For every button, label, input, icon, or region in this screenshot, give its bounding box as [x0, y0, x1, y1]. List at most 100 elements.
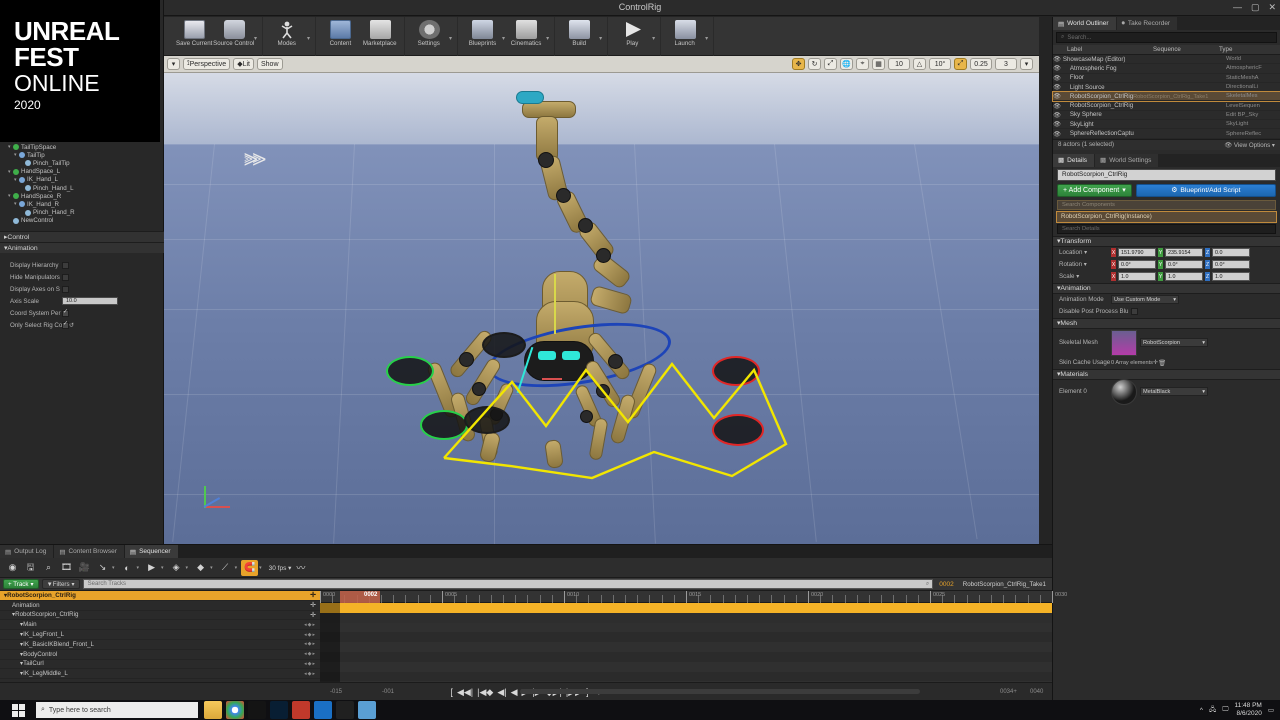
keyframe-icon[interactable]: ◈ — [168, 560, 185, 576]
level-viewport[interactable]: ⫸⫸ ▾ ⟟ Perspective ◆ Lit Show ✥ ↻ ⤢ 🌐 ⌖ ▦ 10 △ 10° ⤢ 0.2… — [164, 56, 1039, 544]
details-group-transform[interactable]: ▾ Transform — [1053, 235, 1280, 247]
sequencer-track-row[interactable]: ▾ BodyControl ◂◆▸ — [0, 650, 320, 660]
tab-sequencer[interactable]: ▤ Sequencer — [124, 545, 178, 558]
sequencer-timeline[interactable]: 0000 0005 0010 0015 0020 0025 0030 0002 — [320, 591, 1067, 692]
timeline-ruler[interactable]: 0000 0005 0010 0015 0020 0025 0030 0002 — [320, 591, 1067, 603]
rig-section-animation[interactable]: ▾ Animation — [0, 242, 164, 253]
outliner-row[interactable]: 👁 Atmospheric Fog AtmosphericF — [1053, 64, 1280, 74]
world-coord-icon[interactable]: 🌐 — [840, 58, 853, 70]
blueprint-add-script-button[interactable]: ⚙ Blueprint/Add Script — [1135, 183, 1276, 197]
timeline-track-band[interactable] — [320, 671, 1052, 682]
outliner-row[interactable]: 👁 ShowcaseMap (Editor) World — [1053, 55, 1280, 65]
outliner-row[interactable]: 👁 SphereReflectionCaptu SphereReflec — [1053, 129, 1280, 139]
key-nav-icons[interactable]: ◂◆▸ — [304, 661, 316, 667]
terminal-icon[interactable] — [248, 701, 266, 719]
surface-snap-icon[interactable]: ⌖ — [856, 58, 869, 70]
rig-tree-item-newcontrol[interactable]: NewControl — [0, 217, 164, 225]
toolbar-button-marketplace[interactable]: Marketplace — [360, 17, 400, 55]
rig-tree-item-handspace_l[interactable]: ▾ HandSpace_L — [0, 168, 164, 176]
key-nav-icons[interactable]: ◂◆▸ — [304, 622, 316, 628]
rig-tree-item-ik_hand_r[interactable]: ▾ IK_Hand_R — [0, 200, 164, 208]
scale-icon[interactable]: ⤢ — [824, 58, 837, 70]
scale-value-icon[interactable]: 0.25 — [970, 58, 992, 70]
toolbar-button-settings[interactable]: Settings — [409, 17, 449, 55]
chevron-down-icon[interactable]: ▾ — [210, 565, 213, 571]
scale-snap-icon[interactable]: ⤢ — [954, 58, 967, 70]
chevron-down-icon[interactable]: ▾ — [705, 35, 708, 42]
transform-rotation-x[interactable]: 0.0° — [1118, 260, 1156, 270]
sequencer-track-row[interactable]: ▾ IK_LegMiddle_L ◂◆▸ — [0, 669, 320, 680]
timeline-track-band[interactable] — [320, 622, 1052, 633]
transport-range_out[interactable]: 0034+ — [1000, 689, 1017, 695]
start-button-icon[interactable] — [0, 700, 36, 720]
rig-tree-item-tailtipspace[interactable]: ▾ TailTipSpace — [0, 143, 164, 151]
rig-tree-item-tailtip[interactable]: ▾ TailTip — [0, 151, 164, 159]
search-details-input[interactable]: Search Details — [1057, 223, 1276, 234]
grid-snap-icon[interactable]: ▦ — [872, 58, 885, 70]
viewport-options-button[interactable]: ▾ — [167, 58, 180, 70]
chevron-down-icon[interactable]: ▾ — [599, 35, 602, 42]
details-group-mesh[interactable]: ▾ Mesh — [1053, 317, 1280, 329]
save-sequence-icon[interactable]: 🖫 — [22, 560, 39, 576]
transform-scale-y[interactable]: 1.0 — [1165, 272, 1203, 282]
robot-scorpion-model[interactable]: ⫸⫸ — [164, 56, 1039, 544]
visibility-icon[interactable]: 👁 — [1053, 102, 1061, 110]
toolbar-button-modes[interactable]: Modes — [267, 17, 307, 55]
key-nav-icons[interactable]: ◂◆▸ — [304, 632, 316, 638]
toolbar-button-build[interactable]: Build — [559, 17, 599, 55]
add-key-icon[interactable]: ✛ — [310, 591, 316, 599]
toolbar-button-play[interactable]: Play — [612, 17, 652, 55]
sequencer-track-row[interactable]: ▾ IK_BasicIKBlend_Front_L ◂◆▸ — [0, 640, 320, 650]
transport-range_start[interactable]: -015 — [330, 689, 342, 695]
toolbar-button-source-control[interactable]: Source Control — [213, 17, 255, 55]
animation-mode-select[interactable]: Use Custom Mode ▾ — [1111, 295, 1179, 305]
viewport-perspective-button[interactable]: ⟟ Perspective — [183, 58, 231, 70]
rig-property-checkbox[interactable] — [62, 285, 69, 293]
sequencer-track-row[interactable]: ▾ Main ◂◆▸ — [0, 620, 320, 631]
details-group-animation[interactable]: ▾ Animation — [1053, 282, 1280, 294]
toolbar-button-content[interactable]: Content — [320, 17, 360, 55]
chevron-down-icon[interactable]: ▾ — [259, 565, 262, 571]
chevron-down-icon[interactable]: ▾ — [137, 565, 140, 571]
transport-range_in[interactable]: -001 — [382, 689, 394, 695]
outliner-row[interactable]: 👁 Floor StaticMeshA — [1053, 74, 1280, 83]
track-search-input[interactable]: Search Tracks ⌕ — [82, 579, 934, 589]
angle-snap-icon[interactable]: △ — [913, 58, 926, 70]
timeline-track-band[interactable] — [320, 642, 1052, 652]
chevron-down-icon[interactable]: ▾ — [186, 565, 189, 571]
tab-details[interactable]: ▩ Details — [1053, 153, 1095, 167]
transport-button-0[interactable]: [ — [450, 687, 453, 697]
curve-icon[interactable]: ⟋ — [217, 560, 234, 576]
outliner-row[interactable]: 👁 RobotScorpion_CtrlRig LevelSequen — [1053, 101, 1280, 111]
angle-value-icon[interactable]: 10° — [929, 58, 951, 70]
sequencer-track-row[interactable]: ▾ RobotScorpion_CtrlRig ✛ — [0, 591, 320, 601]
rig-tree-item-ik_hand_l[interactable]: ▾ IK_Hand_L — [0, 176, 164, 184]
disable-post-process-checkbox[interactable] — [1131, 308, 1138, 316]
key-nav-icons[interactable]: ◂◆▸ — [304, 651, 316, 657]
timeline-scrollbar[interactable] — [520, 689, 920, 694]
toolbar-button-blueprints[interactable]: Blueprints — [462, 17, 502, 55]
fps-selector[interactable]: 30 fps ▾ — [269, 564, 292, 572]
rig-tree-item-handspace_r[interactable]: ▾ HandSpace_R — [0, 192, 164, 200]
grid-value-icon[interactable]: 10 — [888, 58, 910, 70]
chevron-down-icon[interactable]: ▾ — [652, 35, 655, 42]
sequencer-track-row[interactable]: ▾ RobotScorpion_CtrlRig ✛ — [0, 611, 320, 621]
tab-content-browser[interactable]: ▤ Content Browser — [54, 545, 124, 558]
transport-range_end[interactable]: 0040 — [1030, 689, 1043, 695]
sequencer-track-row[interactable]: ▾ TailCurl ◂◆▸ — [0, 660, 320, 670]
toolbar-button-cinematics[interactable]: Cinematics — [506, 17, 546, 55]
viewport-show-button[interactable]: Show — [256, 58, 283, 70]
visibility-icon[interactable]: 👁 — [1053, 74, 1061, 82]
transform-location-z[interactable]: 0.0 — [1212, 248, 1250, 258]
rig-property-checkbox[interactable] — [62, 309, 69, 317]
file-explorer-icon[interactable] — [204, 701, 222, 719]
magnet-icon[interactable]: 🧲 — [241, 559, 259, 576]
delete-array-icon[interactable]: 🗑 — [1158, 359, 1166, 367]
network-icon[interactable]: 🖧 — [1209, 705, 1216, 716]
actor-name-field[interactable]: RobotScorpion_CtrlRig — [1057, 168, 1276, 181]
add-key-icon[interactable]: ✛ — [310, 601, 316, 609]
skeletal-mesh-thumbnail[interactable] — [1111, 329, 1137, 356]
add-key-icon[interactable]: ✛ — [310, 611, 316, 619]
outliner-row[interactable]: 👁 Light Source DirectionalLi — [1053, 83, 1280, 93]
sequencer-track-row[interactable]: ▾ IK_LegFront_L ◂◆▸ — [0, 630, 320, 640]
